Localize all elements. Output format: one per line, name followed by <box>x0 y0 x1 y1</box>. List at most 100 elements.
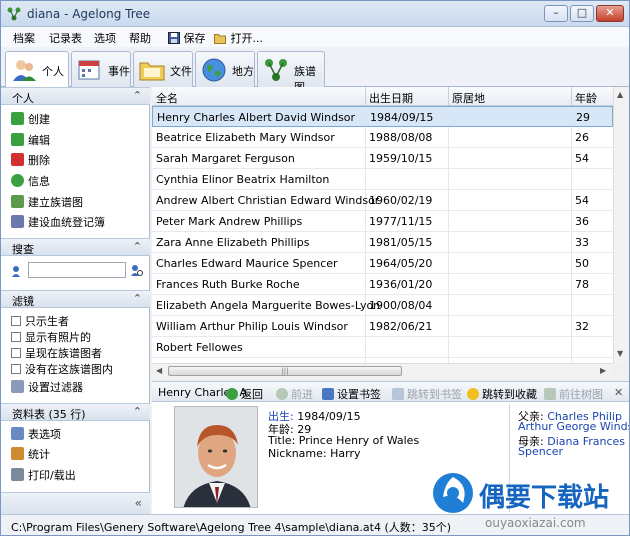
set-bookmark-button[interactable]: 设置书签 <box>322 386 381 402</box>
build-tree-button[interactable]: 建立族谱图 <box>11 194 83 210</box>
horizontal-scroll-thumb[interactable]: ||| <box>168 366 402 376</box>
save-button[interactable]: 保存 <box>168 30 206 46</box>
maximize-button[interactable]: □ <box>570 5 594 22</box>
menu-options[interactable]: 选项 <box>94 30 116 46</box>
advanced-search-icon[interactable] <box>130 264 143 277</box>
table-row[interactable]: Sarah Margaret Ferguson 1959/10/15 54 <box>152 148 613 169</box>
delete-person-button[interactable]: 删除 <box>11 152 50 168</box>
scroll-right-icon[interactable]: ▶ <box>600 366 606 375</box>
checkbox-unchecked[interactable] <box>11 364 21 374</box>
mother-link-cont[interactable]: Spencer <box>518 445 563 458</box>
table-row[interactable]: Frances Ruth Burke Roche 1936/01/20 78 <box>152 274 613 295</box>
scroll-down-icon[interactable]: ▼ <box>617 349 623 358</box>
forward-button[interactable]: 前进 <box>276 386 313 402</box>
statistics-button[interactable]: 统计 <box>11 446 50 462</box>
goto-bookmark-button[interactable]: 跳转到书签 <box>392 386 462 402</box>
filter-not-in-tree-label: 没有在这族谱图内 <box>25 363 113 376</box>
close-button[interactable]: ✕ <box>596 5 624 22</box>
minimize-button[interactable]: – <box>544 5 568 22</box>
checkbox-unchecked[interactable] <box>11 316 21 326</box>
cell-name: Frances Ruth Burke Roche <box>156 278 300 291</box>
table-row[interactable]: Henry Charles Albert David Windsor 1984/0… <box>152 106 613 127</box>
forward-label: 前进 <box>291 388 313 401</box>
filter-photos-checkbox[interactable]: 显示有照片的 <box>11 329 91 345</box>
filter-section-header[interactable]: 滤镜 ⌃ <box>1 290 150 308</box>
table-row[interactable]: Beatrice Elizabeth Mary Windsor 1988/08/0… <box>152 127 613 148</box>
close-panel-icon[interactable]: ✕ <box>614 386 623 399</box>
search-input[interactable] <box>28 262 126 278</box>
tab-tree[interactable]: 族谱图 <box>257 51 325 94</box>
cell-name: Cynthia Elinor Beatrix Hamilton <box>156 173 330 186</box>
datasheet-section-title: 资料表 (35 行) <box>12 408 86 421</box>
column-header-birthplace[interactable]: 原居地 <box>452 90 485 106</box>
table-row[interactable]: Peter Mark Andrew Phillips 1977/11/15 36 <box>152 211 613 232</box>
menu-records[interactable]: 记录表 <box>49 30 82 46</box>
cell-name: Andrew Albert Christian Edward Windsor <box>156 194 380 207</box>
tab-files[interactable]: 文件 <box>133 51 193 87</box>
build-register-label: 建设血统登记簿 <box>28 216 105 229</box>
table-row[interactable]: Robert Fellowes <box>152 337 613 358</box>
checkbox-unchecked[interactable] <box>11 348 21 358</box>
table-options-button[interactable]: 表选项 <box>11 426 61 442</box>
tab-places-label: 地方 <box>232 65 254 78</box>
tab-persons[interactable]: 个人 <box>5 51 69 88</box>
collapse-pane-icon[interactable]: « <box>135 496 142 510</box>
back-label: 返回 <box>241 388 263 401</box>
checkbox-unchecked[interactable] <box>11 332 21 342</box>
filter-living-checkbox[interactable]: 只示生者 <box>11 313 69 329</box>
info-button[interactable]: 信息 <box>11 173 50 189</box>
column-header-age[interactable]: 年龄 <box>575 90 597 106</box>
scroll-up-icon[interactable]: ▲ <box>617 90 623 99</box>
cell-age: 33 <box>575 236 589 249</box>
collapse-up-icon[interactable]: ⌃ <box>133 405 142 418</box>
person-photo <box>174 406 258 508</box>
main-tabs: 个人 事件 文件 地方 族谱图 <box>1 47 629 94</box>
collapse-up-icon[interactable]: ⌃ <box>133 292 142 305</box>
horizontal-scrollbar[interactable]: ◀ ||| ▶ <box>152 363 613 378</box>
scroll-left-icon[interactable]: ◀ <box>156 366 162 375</box>
build-tree-label: 建立族谱图 <box>28 196 83 209</box>
goto-favorites-button[interactable]: 跳转到收藏 <box>467 386 537 402</box>
delete-label: 删除 <box>28 154 50 167</box>
person-section-header[interactable]: 个人 ⌃ <box>1 87 150 105</box>
vertical-scrollbar[interactable]: ▲ ▼ <box>613 87 629 363</box>
table-row[interactable]: Elizabeth Angela Marguerite Bowes-Lyon 19… <box>152 295 613 316</box>
window-title: diana - Agelong Tree <box>27 7 151 21</box>
search-section-header[interactable]: 搜查 ⌃ <box>1 238 150 256</box>
table-row[interactable]: Cynthia Elinor Beatrix Hamilton <box>152 169 613 190</box>
open-button[interactable]: 打开... <box>214 30 263 46</box>
tab-events[interactable]: 事件 <box>71 51 131 87</box>
table-row[interactable]: William Arthur Philip Louis Windsor 1982/… <box>152 316 613 337</box>
edit-label: 编辑 <box>28 134 50 147</box>
menu-help[interactable]: 帮助 <box>129 30 151 46</box>
cell-age: 32 <box>575 320 589 333</box>
father-link-cont[interactable]: Arthur George Windsor <box>518 420 629 433</box>
table-row[interactable]: Andrew Albert Christian Edward Windsor 19… <box>152 190 613 211</box>
table-row[interactable]: Charles Edward Maurice Spencer 1964/05/20… <box>152 253 613 274</box>
filter-not-in-tree-checkbox[interactable]: 没有在这族谱图内 <box>11 361 113 377</box>
column-header-fullname[interactable]: 全名 <box>156 90 178 106</box>
set-bookmark-label: 设置书签 <box>337 388 381 401</box>
bookmark-goto-icon <box>392 388 404 400</box>
collapse-up-icon[interactable]: ⌃ <box>133 89 142 102</box>
create-person-button[interactable]: 创建 <box>11 111 50 127</box>
build-register-button[interactable]: 建设血统登记簿 <box>11 214 105 230</box>
datasheet-section-header[interactable]: 资料表 (35 行) ⌃ <box>1 403 150 421</box>
goto-tree-button[interactable]: 前往树图 <box>544 386 603 402</box>
menu-file[interactable]: 档案 <box>13 30 35 46</box>
statistics-label: 统计 <box>28 448 50 461</box>
cell-age: 29 <box>576 111 590 124</box>
back-button[interactable]: 返回 <box>226 386 263 402</box>
cell-name: Peter Mark Andrew Phillips <box>156 215 303 228</box>
cell-birth: 1982/06/21 <box>369 320 433 333</box>
column-header-birthdate[interactable]: 出生日期 <box>369 90 413 106</box>
cell-birth: 1900/08/04 <box>369 299 433 312</box>
table-row[interactable]: Zara Anne Elizabeth Phillips 1981/05/15 33 <box>152 232 613 253</box>
collapse-up-icon[interactable]: ⌃ <box>133 240 142 253</box>
edit-person-button[interactable]: 编辑 <box>11 132 50 148</box>
tab-places[interactable]: 地方 <box>195 51 255 87</box>
setup-filter-button[interactable]: 设置过滤器 <box>11 379 83 395</box>
filter-in-tree-checkbox[interactable]: 呈现在族谱图者 <box>11 345 102 361</box>
print-export-button[interactable]: 打印/载出 <box>11 467 76 483</box>
person-grid: 全名 出生日期 原居地 年龄 Henry Charles Albert Davi… <box>152 87 613 363</box>
